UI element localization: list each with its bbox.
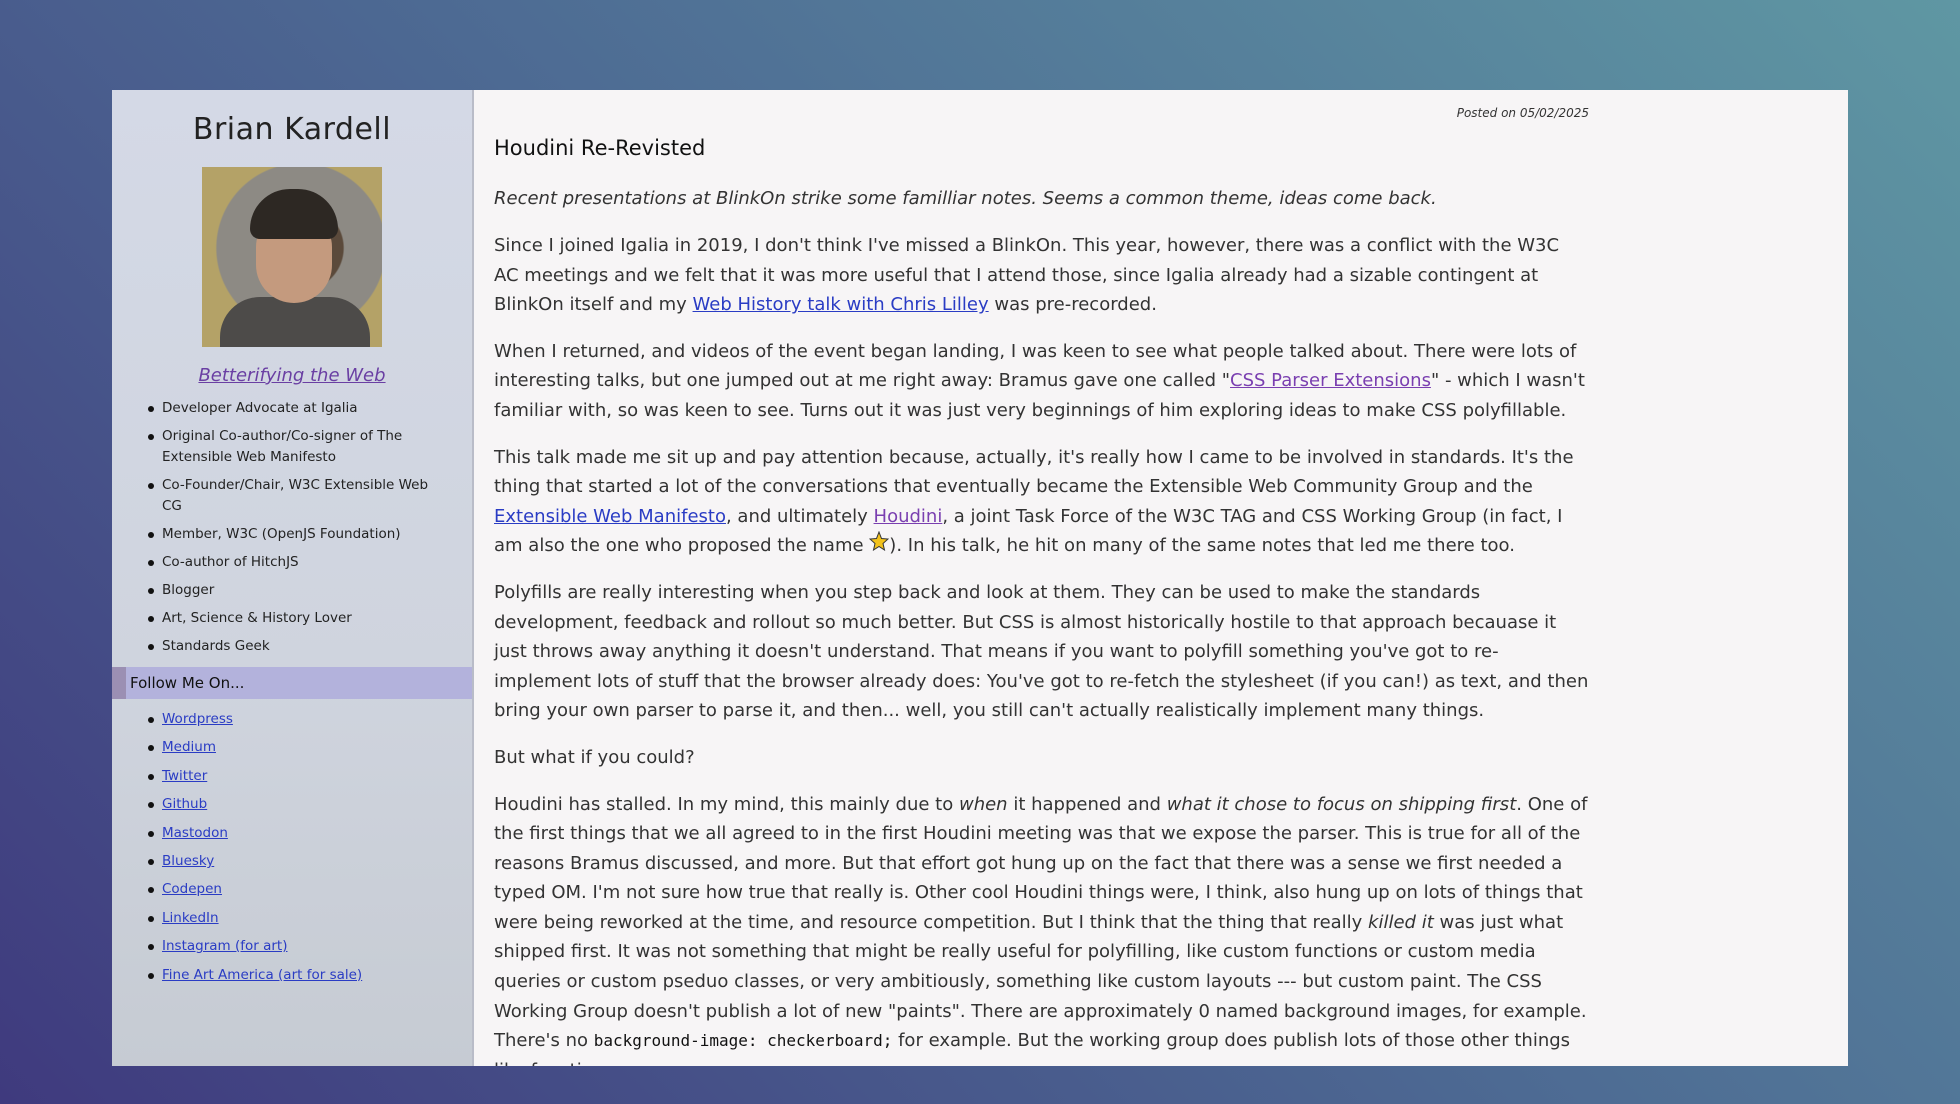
emphasis: when (958, 793, 1008, 815)
post-title: Houdini Re-Revisted (494, 136, 706, 160)
blog-title-link[interactable]: Betterifying the Web (112, 365, 472, 386)
bio-item: Co-Founder/Chair, W3C Extensible Web CG (112, 475, 472, 517)
follow-item: Mastodon (112, 823, 472, 844)
follow-link-wordpress[interactable]: Wordpress (162, 711, 233, 727)
avatar-shirt (220, 297, 370, 347)
follow-item: Wordpress (112, 709, 472, 730)
bio-list: Developer Advocate at Igalia Original Co… (112, 398, 472, 657)
paragraph: Since I joined Igalia in 2019, I don't t… (494, 231, 1589, 320)
bio-item: Standards Geek (112, 636, 472, 657)
follow-link-fine-art-america[interactable]: Fine Art America (art for sale) (162, 967, 362, 983)
follow-item: Bluesky (112, 851, 472, 872)
paragraph: Houdini has stalled. In my mind, this ma… (494, 790, 1589, 1067)
bio-item: Member, W3C (OpenJS Foundation) (112, 524, 472, 545)
bio-item: Art, Science & History Lover (112, 608, 472, 629)
follow-header: Follow Me On... (112, 667, 472, 699)
text: it happened and (1007, 793, 1167, 815)
main-content: Posted on 05/02/2025 Houdini Re-Revisted… (474, 90, 1848, 1066)
text: was pre-recorded. (988, 294, 1157, 316)
author-name: Brian Kardell (192, 112, 392, 147)
emphasis: what it chose to focus on shipping first (1166, 793, 1517, 815)
sparkle-star-icon (869, 530, 890, 561)
follow-link-bluesky[interactable]: Bluesky (162, 853, 214, 869)
page-frame: Brian Kardell Betterifying the Web Devel… (112, 90, 1848, 1066)
text: This talk made me sit up and pay attenti… (494, 446, 1574, 498)
follow-item: Instagram (for art) (112, 936, 472, 957)
paragraph: This talk made me sit up and pay attenti… (494, 443, 1589, 561)
paragraph: Polyfills are really interesting when yo… (494, 581, 1589, 722)
web-history-talk-link[interactable]: Web History talk with Chris Lilley (693, 294, 989, 315)
follow-item: Codepen (112, 879, 472, 900)
follow-item: Medium (112, 737, 472, 758)
text: Houdini has stalled. In my mind, this ma… (494, 793, 959, 815)
blog-post: Posted on 05/02/2025 Houdini Re-Revisted… (494, 106, 1589, 1066)
follow-item: Github (112, 794, 472, 815)
follow-link-linkedin[interactable]: LinkedIn (162, 910, 219, 926)
author-avatar (202, 167, 382, 347)
follow-item: Fine Art America (art for sale) (112, 965, 472, 986)
follow-list: Wordpress Medium Twitter Github Mastodon… (112, 709, 472, 986)
text: , and ultimately (725, 505, 874, 527)
css-parser-extensions-link[interactable]: CSS Parser Extensions (1230, 370, 1431, 391)
paragraph: When I returned, and videos of the event… (494, 337, 1589, 426)
paragraph: But what if you could? (494, 746, 695, 768)
bio-item: Co-author of HitchJS (112, 552, 472, 573)
follow-link-instagram[interactable]: Instagram (for art) (162, 938, 287, 954)
follow-link-medium[interactable]: Medium (162, 739, 216, 755)
follow-link-twitter[interactable]: Twitter (162, 768, 207, 784)
bio-item: Original Co-author/Co-signer of The Exte… (112, 426, 472, 468)
follow-item: Twitter (112, 766, 472, 787)
follow-link-codepen[interactable]: Codepen (162, 881, 222, 897)
houdini-link[interactable]: Houdini (874, 506, 943, 527)
follow-link-mastodon[interactable]: Mastodon (162, 825, 228, 841)
posted-date: Posted on 05/02/2025 (1456, 106, 1589, 120)
emphasis: killed it (1368, 911, 1434, 933)
avatar-hair (250, 189, 338, 239)
post-lede: Recent presentations at BlinkOn strike s… (494, 188, 1437, 209)
follow-item: LinkedIn (112, 908, 472, 929)
text: ). In his talk, he hit on many of the sa… (889, 535, 1515, 557)
extensible-web-manifesto-link[interactable]: Extensible Web Manifesto (494, 506, 726, 527)
follow-link-github[interactable]: Github (162, 796, 207, 812)
sidebar: Brian Kardell Betterifying the Web Devel… (112, 90, 474, 1066)
inline-code: background-image: checkerboard; (593, 1031, 893, 1051)
bio-item: Developer Advocate at Igalia (112, 398, 472, 419)
bio-item: Blogger (112, 580, 472, 601)
